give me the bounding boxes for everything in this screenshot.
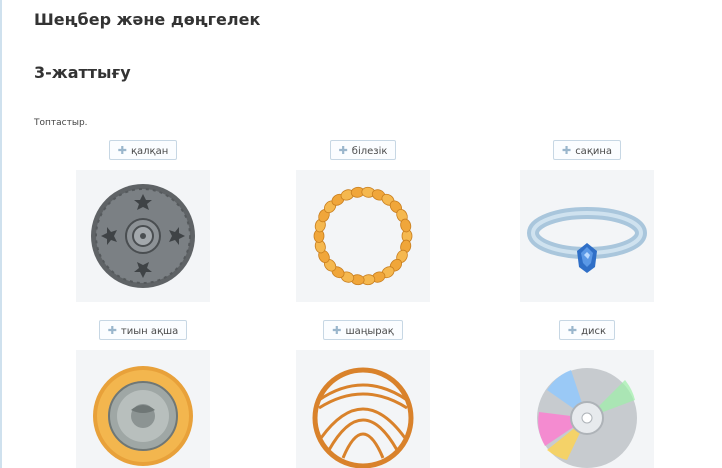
plus-drag-icon: ✚ [117, 144, 127, 157]
bracelet-picture [313, 186, 413, 286]
plus-drag-icon: ✚ [338, 144, 348, 157]
card-ring: ✚ сақина [520, 140, 654, 302]
label-chip-coin[interactable]: ✚ тиын ақша [98, 320, 188, 340]
label-chip-shanyrak[interactable]: ✚ шаңырақ [323, 320, 403, 340]
card-disc: ✚ диск [520, 320, 654, 468]
chip-label: білезік [351, 146, 388, 157]
chip-label: диск [581, 326, 607, 337]
chip-label: қалқан [130, 146, 169, 157]
label-chip-ring[interactable]: ✚ сақина [552, 140, 622, 160]
shield-picture [91, 184, 195, 288]
chip-label: шаңырақ [345, 326, 394, 337]
label-chip-shield[interactable]: ✚ қалқан [108, 140, 178, 160]
chip-label: тиын ақша [120, 326, 179, 337]
exercise-instruction: Топтастыр. [34, 118, 88, 128]
plus-drag-icon: ✚ [107, 324, 117, 337]
plus-drag-icon: ✚ [567, 324, 578, 337]
plus-drag-icon: ✚ [561, 144, 572, 157]
card-coin: ✚ тиын ақша [76, 320, 210, 468]
picture-tile-disc [520, 350, 654, 468]
disc-picture [537, 368, 637, 468]
label-chip-bracelet[interactable]: ✚ білезік [329, 140, 397, 160]
card-bracelet: ✚ білезік [296, 140, 430, 302]
label-chip-disc[interactable]: ✚ диск [558, 320, 616, 340]
page-left-border [0, 0, 2, 468]
card-shanyrak: ✚ шаңырақ [296, 320, 430, 468]
picture-tile-shanyrak [296, 350, 430, 468]
chip-label: сақина [575, 146, 613, 157]
card-shield: ✚ қалқан [76, 140, 210, 302]
shanyrak-picture [312, 367, 414, 468]
picture-tile-shield [76, 170, 210, 302]
picture-tile-ring [520, 170, 654, 302]
exercise-title: 3-жаттығу [34, 63, 131, 82]
ring-picture [527, 207, 647, 273]
plus-drag-icon: ✚ [332, 324, 342, 337]
picture-tile-coin [76, 350, 210, 468]
coin-picture [93, 366, 193, 466]
lesson-title: Шеңбер және дөңгелек [34, 10, 261, 29]
picture-tile-bracelet [296, 170, 430, 302]
